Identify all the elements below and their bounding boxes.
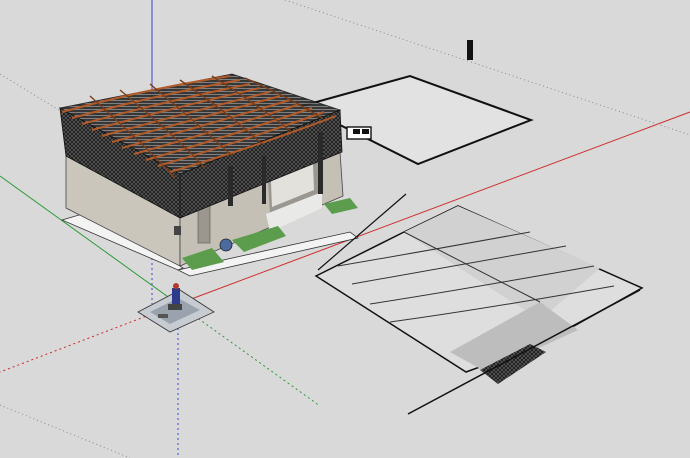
slab-notch [346,126,372,140]
front-door[interactable] [197,204,211,244]
meter-box [174,226,181,235]
small-post[interactable] [467,40,473,60]
sketchup-3d-viewport[interactable] [0,0,690,458]
drain-icon [219,238,233,252]
model-scene[interactable] [0,0,690,458]
